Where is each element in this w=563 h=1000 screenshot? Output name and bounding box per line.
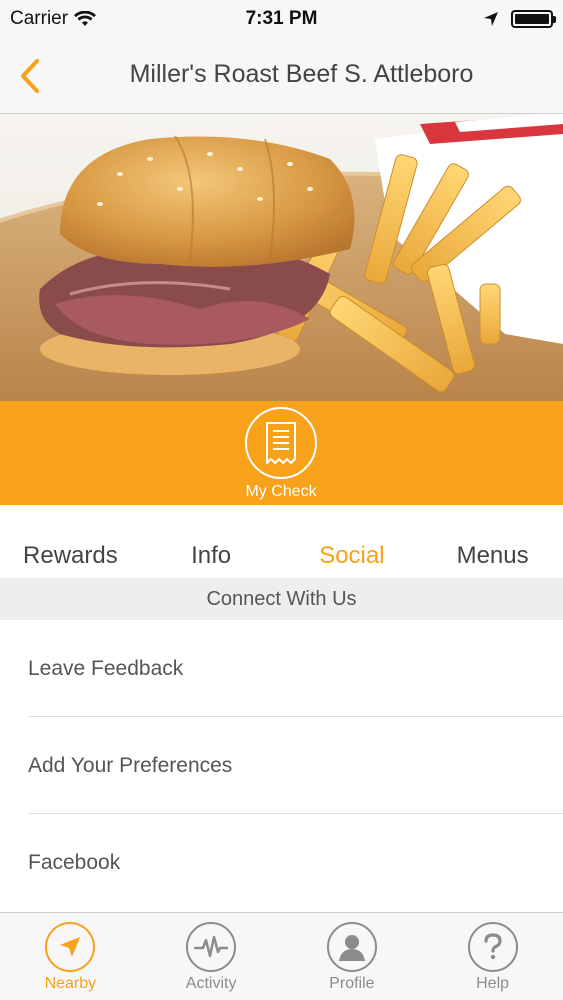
person-icon <box>338 935 365 961</box>
tab-bar-help-label: Help <box>476 975 510 992</box>
tab-rewards[interactable]: Rewards <box>0 530 141 578</box>
question-icon <box>484 933 502 960</box>
status-right <box>483 10 556 28</box>
tab-bar-activity-label: Activity <box>185 975 237 992</box>
receipt-icon <box>266 422 296 464</box>
tab-bar-profile[interactable]: Profile <box>282 913 423 1000</box>
tab-bar-help[interactable]: Help <box>422 913 563 1000</box>
navigation-bar: Miller's Roast Beef S. Attleboro <box>0 38 563 114</box>
section-tabs: Rewards Info Social Menus <box>0 530 563 578</box>
my-check-banner: My Check <box>0 401 563 505</box>
page-title: Miller's Roast Beef S. Attleboro <box>129 60 474 88</box>
activity-icon-circle <box>186 922 237 972</box>
chevron-left-icon <box>21 59 39 93</box>
help-icon-circle <box>467 922 518 972</box>
profile-icon-circle <box>326 922 377 972</box>
location-services-icon <box>484 12 498 26</box>
bottom-tab-bar: Nearby Activity Profile Help <box>0 912 563 1000</box>
pulse-icon <box>194 935 229 958</box>
tab-bar-profile-label: Profile <box>329 975 375 992</box>
back-button[interactable] <box>10 54 50 98</box>
tab-bar-activity[interactable]: Activity <box>141 913 282 1000</box>
social-list: Leave Feedback Add Your Preferences Face… <box>0 620 563 911</box>
tab-menus[interactable]: Menus <box>422 530 563 578</box>
tab-bar-nearby-label: Nearby <box>44 975 97 992</box>
location-arrow-icon <box>60 937 81 957</box>
restaurant-hero-image <box>0 114 563 401</box>
tab-social[interactable]: Social <box>282 530 423 578</box>
status-time: 7:31 PM <box>245 8 318 29</box>
list-item-facebook[interactable]: Facebook <box>0 814 563 911</box>
list-item-add-preferences[interactable]: Add Your Preferences <box>0 717 563 814</box>
nearby-icon-circle <box>45 922 96 972</box>
section-header: Connect With Us <box>0 578 563 620</box>
receipt-icon-circle <box>245 407 317 479</box>
battery-icon <box>511 10 556 28</box>
my-check-button[interactable]: My Check <box>231 407 331 501</box>
status-bar: Carrier 7:31 PM <box>0 0 563 38</box>
list-item-leave-feedback[interactable]: Leave Feedback <box>0 620 563 717</box>
my-check-label: My Check <box>245 483 317 500</box>
tab-bar-nearby[interactable]: Nearby <box>0 913 141 1000</box>
tab-info[interactable]: Info <box>141 530 282 578</box>
food-photo <box>0 114 563 401</box>
